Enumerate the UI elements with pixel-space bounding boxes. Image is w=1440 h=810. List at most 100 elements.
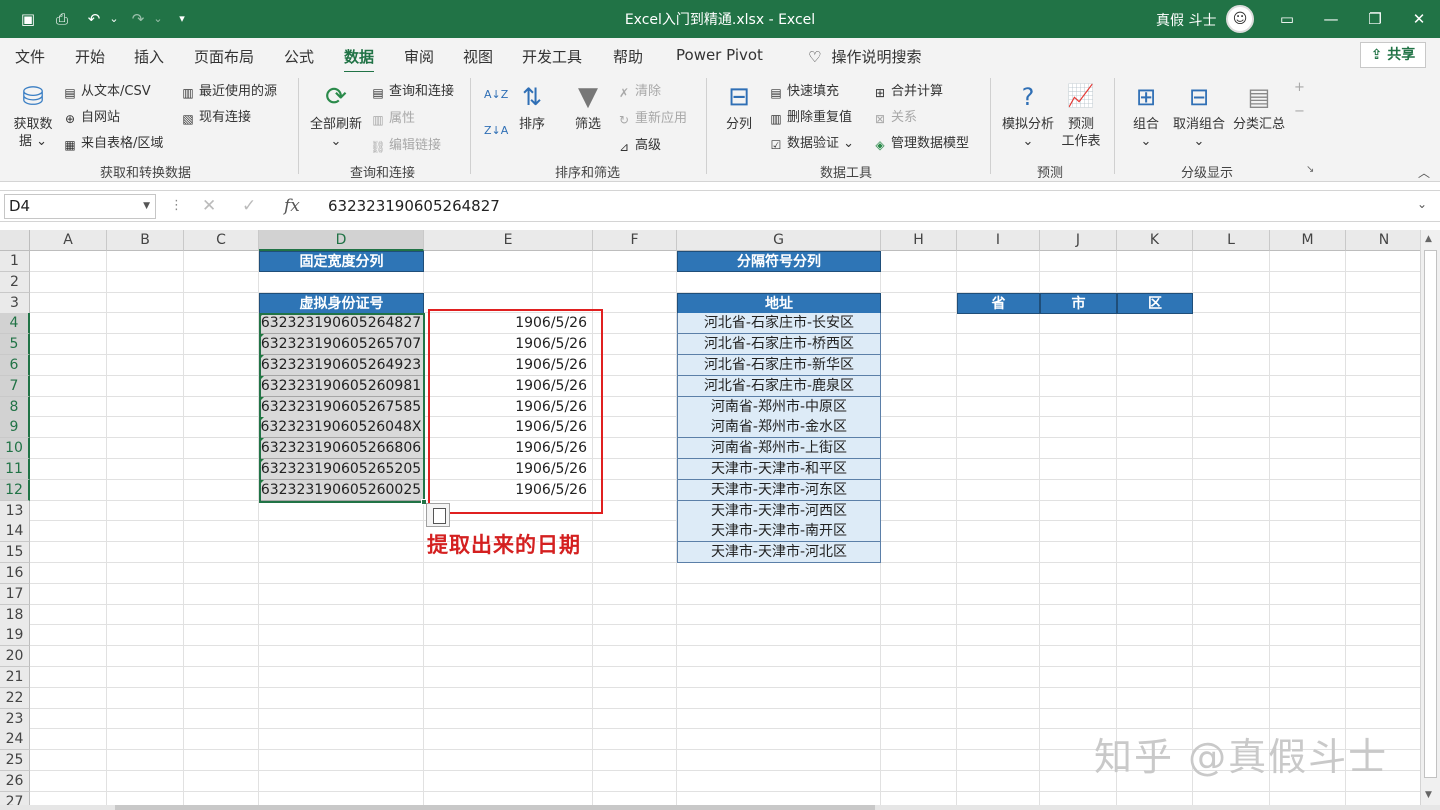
avatar[interactable]: ☺ — [1226, 5, 1254, 33]
show-detail-button[interactable]: + — [1294, 80, 1305, 95]
cell-d3-header[interactable]: 虚拟身份证号 — [259, 293, 424, 314]
what-if-analysis-button[interactable]: ? 模拟分析 ⌄ — [998, 80, 1058, 150]
enter-icon[interactable]: ✓ — [242, 196, 256, 216]
cell-address[interactable]: 天津市-天津市-河东区 — [677, 479, 881, 501]
tab-formulas[interactable]: 公式 — [284, 46, 314, 67]
edit-links-button[interactable]: ⛓ 编辑链接 — [370, 134, 441, 154]
scroll-up-icon[interactable]: ▲ — [1425, 234, 1432, 244]
cell-address[interactable]: 河北省-石家庄市-鹿泉区 — [677, 375, 881, 397]
error-indicator-icon[interactable] — [259, 417, 264, 423]
manage-data-model-button[interactable]: ◈ 管理数据模型 — [872, 132, 969, 152]
cell-id-number[interactable]: 632323190605260981 — [259, 375, 424, 397]
row-header-4[interactable]: 4 — [0, 313, 30, 335]
row-header-18[interactable]: 18 — [0, 604, 30, 626]
tab-file[interactable]: 文件 — [15, 46, 45, 67]
cell-id-number[interactable]: 632323190605267585 — [259, 396, 424, 418]
row-header-2[interactable]: 2 — [0, 271, 30, 293]
row-header-14[interactable]: 14 — [0, 521, 30, 543]
recent-sources-button[interactable]: ▥ 最近使用的源 — [180, 80, 277, 100]
existing-connections-button[interactable]: ▧ 现有连接 — [180, 106, 251, 126]
cancel-icon[interactable]: ✕ — [202, 196, 216, 216]
column-header-m[interactable]: M — [1270, 230, 1346, 251]
user-name[interactable]: 真假 斗士 — [1156, 10, 1216, 30]
row-header-22[interactable]: 22 — [0, 687, 30, 709]
row-header-20[interactable]: 20 — [0, 646, 30, 668]
row-header-12[interactable]: 12 — [0, 479, 30, 501]
subtotal-button[interactable]: ▤ 分类汇总 — [1230, 80, 1288, 133]
data-validation-button[interactable]: ☑ 数据验证 ⌄ — [768, 132, 854, 152]
column-header-f[interactable]: F — [593, 230, 677, 251]
cell-id-number[interactable]: 632323190605260025 — [259, 479, 424, 501]
tab-developer[interactable]: 开发工具 — [522, 46, 582, 67]
share-button[interactable]: ⇪ 共享 — [1360, 42, 1426, 68]
filter-button[interactable]: ▼ 筛选 — [568, 80, 608, 133]
restore-icon[interactable]: ❐ — [1362, 6, 1388, 32]
ungroup-button[interactable]: ⊟ 取消组合 ⌄ — [1168, 80, 1230, 150]
cell-k3-header[interactable]: 区 — [1117, 293, 1193, 314]
sort-ascending-button[interactable]: A↓Z — [484, 88, 508, 101]
row-header-19[interactable]: 19 — [0, 625, 30, 647]
row-header-1[interactable]: 1 — [0, 251, 30, 272]
relationships-button[interactable]: ⊠ 关系 — [872, 106, 917, 126]
h-scroll-thumb[interactable] — [115, 805, 875, 810]
column-header-h[interactable]: H — [881, 230, 957, 251]
row-header-24[interactable]: 24 — [0, 729, 30, 751]
formula-input[interactable]: 632323190605264827 — [328, 197, 500, 215]
close-icon[interactable]: ✕ — [1406, 6, 1432, 32]
select-all-corner[interactable] — [0, 230, 30, 251]
row-header-23[interactable]: 23 — [0, 708, 30, 730]
queries-connections-button[interactable]: ▤ 查询和连接 — [370, 80, 454, 100]
error-indicator-icon[interactable] — [259, 479, 264, 485]
minimize-icon[interactable]: — — [1318, 6, 1344, 32]
name-box[interactable]: D4 ▼ — [4, 194, 156, 219]
forecast-sheet-button[interactable]: 📈 预测 工作表 — [1058, 80, 1104, 150]
error-indicator-icon[interactable] — [259, 459, 264, 464]
get-data-button[interactable]: ⛁ 获取数 据 ⌄ — [6, 80, 60, 150]
dialog-launcher-icon[interactable]: ↘ — [1306, 164, 1314, 175]
row-header-9[interactable]: 9 — [0, 417, 30, 439]
cell-d1-header[interactable]: 固定宽度分列 — [259, 251, 424, 272]
ribbon-display-options-icon[interactable]: ▭ — [1274, 6, 1300, 32]
tab-insert[interactable]: 插入 — [134, 46, 164, 67]
tell-me-search[interactable]: ♡ 操作说明搜索 — [808, 46, 921, 67]
cell-id-number[interactable]: 632323190605264923 — [259, 355, 424, 376]
column-header-k[interactable]: K — [1117, 230, 1193, 251]
column-header-c[interactable]: C — [184, 230, 259, 251]
cell-i3-header[interactable]: 省 — [957, 293, 1040, 314]
from-table-button[interactable]: ▦ 来自表格/区域 — [62, 132, 163, 152]
hide-detail-button[interactable]: − — [1294, 104, 1305, 119]
cell-address[interactable]: 天津市-天津市-和平区 — [677, 459, 881, 480]
cell-address[interactable]: 天津市-天津市-南开区 — [677, 521, 881, 543]
refresh-all-button[interactable]: ⟳ 全部刷新 ⌄ — [304, 80, 368, 150]
collapse-ribbon-icon[interactable]: ︿ — [1418, 164, 1430, 181]
row-header-11[interactable]: 11 — [0, 459, 30, 480]
from-web-button[interactable]: ⊕ 自网站 — [62, 106, 120, 126]
cell-address[interactable]: 河南省-郑州市-中原区 — [677, 396, 881, 418]
row-header-5[interactable]: 5 — [0, 334, 30, 356]
tab-power-pivot[interactable]: Power Pivot — [676, 46, 763, 64]
row-header-17[interactable]: 17 — [0, 583, 30, 605]
row-header-3[interactable]: 3 — [0, 292, 30, 314]
group-button[interactable]: ⊞ 组合 ⌄ — [1126, 80, 1166, 150]
row-header-27[interactable]: 27 — [0, 791, 30, 806]
properties-button[interactable]: ▥ 属性 — [370, 107, 415, 127]
from-text-csv-button[interactable]: ▤ 从文本/CSV — [62, 80, 150, 100]
tab-page-layout[interactable]: 页面布局 — [194, 46, 254, 67]
expand-formula-bar-icon[interactable]: ⌄ — [1417, 197, 1427, 211]
error-indicator-icon[interactable] — [259, 396, 264, 402]
column-header-j[interactable]: J — [1040, 230, 1117, 251]
horizontal-scrollbar[interactable] — [0, 805, 1440, 810]
row-header-13[interactable]: 13 — [0, 500, 30, 522]
cell-g1-header[interactable]: 分隔符号分列 — [677, 251, 881, 272]
sort-descending-button[interactable]: Z↓A — [484, 124, 508, 137]
cell-address[interactable]: 河南省-郑州市-金水区 — [677, 417, 881, 439]
cell-j3-header[interactable]: 市 — [1040, 293, 1117, 314]
error-indicator-icon[interactable] — [259, 355, 264, 360]
scroll-down-icon[interactable]: ▼ — [1425, 790, 1432, 800]
column-header-d[interactable]: D — [259, 230, 424, 251]
column-header-b[interactable]: B — [107, 230, 184, 251]
cell-address[interactable]: 河南省-郑州市-上街区 — [677, 438, 881, 460]
cell-id-number[interactable]: 632323190605266806 — [259, 438, 424, 460]
name-box-dropdown-icon[interactable]: ▼ — [143, 195, 150, 218]
row-header-25[interactable]: 25 — [0, 750, 30, 772]
